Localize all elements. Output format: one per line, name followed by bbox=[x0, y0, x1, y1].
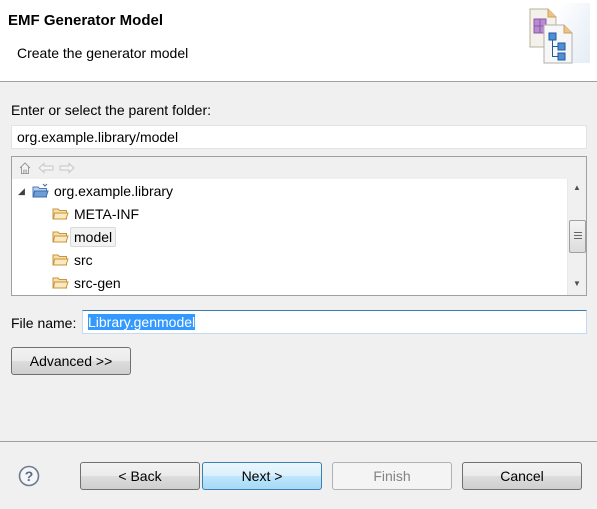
folder-tree[interactable]: ◢ org.example.library META-INF model src… bbox=[11, 156, 587, 296]
file-name-label: File name: bbox=[11, 315, 77, 331]
parent-folder-label: Enter or select the parent folder: bbox=[11, 102, 211, 118]
cancel-button[interactable]: Cancel bbox=[462, 462, 582, 490]
tree-toolbar bbox=[12, 157, 586, 179]
folder-icon bbox=[52, 254, 69, 266]
next-button[interactable]: Next > bbox=[202, 462, 322, 490]
folder-icon bbox=[52, 277, 69, 289]
back-button[interactable]: < Back bbox=[80, 462, 200, 490]
parent-folder-input[interactable]: org.example.library/model bbox=[11, 125, 587, 149]
tree-item-src-gen[interactable]: src-gen bbox=[52, 272, 125, 294]
wizard-title: EMF Generator Model bbox=[8, 12, 164, 29]
tree-item-root[interactable]: ◢ org.example.library bbox=[18, 180, 177, 202]
tree-item-label: src-gen bbox=[74, 275, 121, 291]
scroll-thumb[interactable] bbox=[569, 220, 586, 253]
tree-item-model[interactable]: model bbox=[52, 226, 117, 248]
folder-icon bbox=[52, 208, 69, 220]
tree-item-src[interactable]: src bbox=[52, 249, 97, 271]
file-name-input[interactable]: Library.genmodel bbox=[82, 310, 587, 334]
wizard-subtitle: Create the generator model bbox=[17, 45, 189, 61]
tree-item-label: src bbox=[74, 252, 93, 268]
tree-item-label: org.example.library bbox=[54, 183, 174, 199]
scroll-down-icon[interactable]: ▼ bbox=[573, 279, 581, 288]
expand-triangle-icon[interactable]: ◢ bbox=[18, 186, 32, 197]
scroll-up-icon[interactable]: ▲ bbox=[573, 183, 581, 192]
home-icon[interactable] bbox=[18, 161, 32, 175]
folder-icon bbox=[52, 231, 69, 243]
advanced-button[interactable]: Advanced >> bbox=[11, 347, 131, 375]
wizard-header: EMF Generator Model Create the generator… bbox=[0, 0, 597, 82]
back-arrow-icon[interactable] bbox=[38, 162, 54, 174]
svg-text:?: ? bbox=[25, 468, 34, 484]
tree-item-meta-inf[interactable]: META-INF bbox=[52, 203, 143, 225]
tree-scrollbar[interactable]: ▲ ▼ bbox=[567, 179, 586, 295]
file-name-value: Library.genmodel bbox=[88, 314, 196, 330]
finish-button[interactable]: Finish bbox=[332, 462, 452, 490]
tree-body: ◢ org.example.library META-INF model src… bbox=[12, 179, 567, 295]
genmodel-wizard-icon bbox=[529, 3, 590, 64]
help-icon[interactable]: ? bbox=[18, 465, 40, 487]
forward-arrow-icon[interactable] bbox=[59, 162, 75, 174]
footer-separator bbox=[0, 441, 597, 442]
tree-item-label: META-INF bbox=[74, 206, 140, 222]
tree-item-label: model bbox=[70, 227, 117, 247]
project-folder-icon bbox=[32, 183, 49, 198]
